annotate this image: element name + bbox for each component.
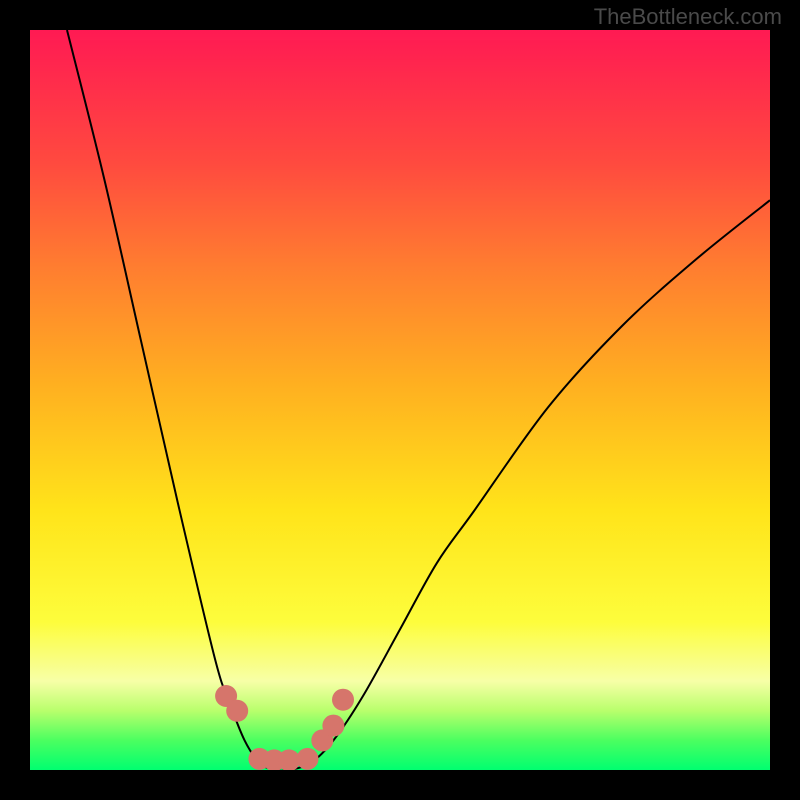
chart-svg xyxy=(30,30,770,770)
highlight-markers xyxy=(215,685,354,770)
plot-area xyxy=(30,30,770,770)
bottleneck-curve xyxy=(67,30,770,770)
watermark-text: TheBottleneck.com xyxy=(594,4,782,30)
marker-point xyxy=(332,689,354,711)
marker-point xyxy=(297,748,319,770)
marker-point xyxy=(226,700,248,722)
marker-point xyxy=(322,715,344,737)
